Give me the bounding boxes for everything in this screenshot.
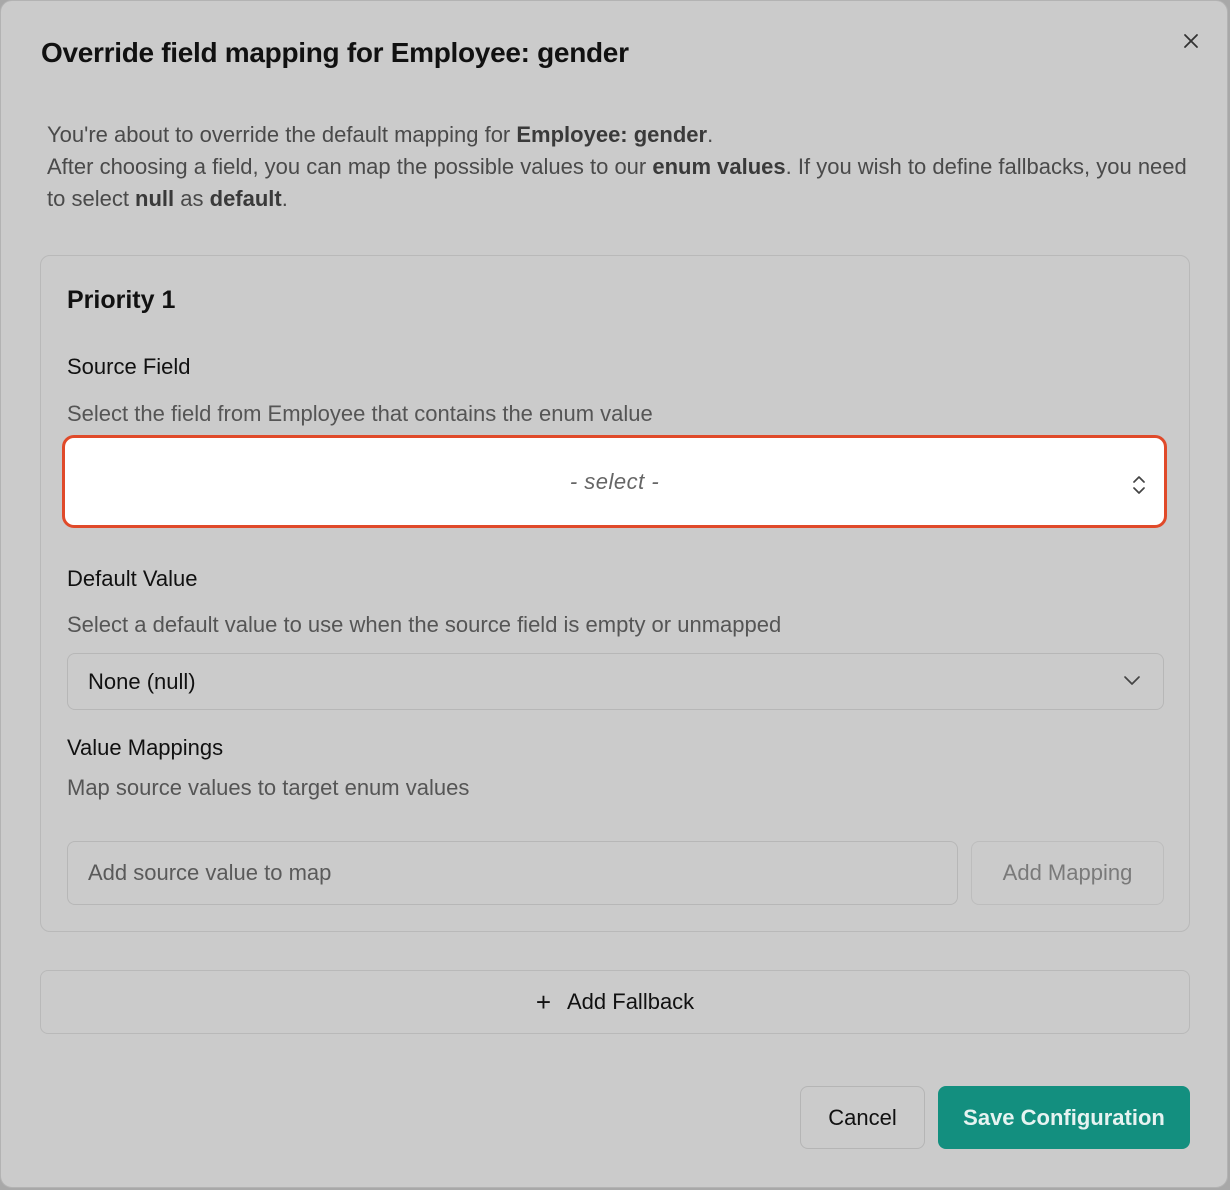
override-mapping-dialog: Override field mapping for Employee: gen…	[0, 0, 1228, 1188]
save-configuration-button[interactable]: Save Configuration	[938, 1086, 1190, 1149]
entity-name: Employee: gender	[516, 122, 708, 147]
source-field-select[interactable]: - select -	[62, 435, 1167, 528]
default-value-description: Select a default value to use when the s…	[67, 612, 782, 637]
close-button[interactable]	[1177, 27, 1205, 55]
source-value-placeholder: Add source value to map	[88, 860, 332, 885]
plus-icon: +	[535, 986, 551, 1017]
source-field-placeholder: - select -	[569, 468, 660, 494]
close-icon	[1184, 34, 1198, 48]
value-mappings-label: Value Mappings	[67, 735, 224, 760]
default-value-selected: None (null)	[88, 668, 196, 694]
dialog-description: You're about to override the default map…	[47, 122, 1187, 211]
default-value-label: Default Value	[67, 566, 198, 591]
add-fallback-label: Add Fallback	[567, 989, 695, 1014]
chevron-up-down-icon	[1133, 476, 1145, 494]
default-value-select[interactable]: None (null)	[67, 653, 1164, 710]
source-field-label: Source Field	[67, 354, 191, 379]
source-value-input[interactable]: Add source value to map	[67, 841, 958, 905]
add-fallback-button[interactable]: + Add Fallback	[40, 970, 1190, 1034]
priority-card: Priority 1 Source Field Select the field…	[40, 255, 1190, 932]
add-mapping-button[interactable]: Add Mapping	[971, 841, 1164, 905]
dialog-title: Override field mapping for Employee: gen…	[41, 37, 629, 68]
source-field-description: Select the field from Employee that cont…	[67, 401, 653, 426]
value-mappings-description: Map source values to target enum values	[67, 775, 470, 800]
priority-title: Priority 1	[67, 286, 176, 314]
cancel-button[interactable]: Cancel	[800, 1086, 925, 1149]
chevron-down-icon	[1124, 676, 1140, 685]
